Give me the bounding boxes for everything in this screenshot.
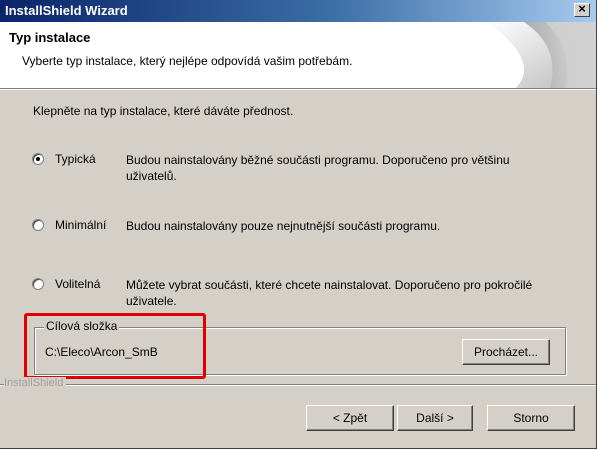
radio-typical[interactable] (32, 153, 44, 165)
option-description: Budou nainstalovány pouze nejnutnější so… (126, 218, 566, 234)
header-divider (0, 88, 596, 90)
wizard-banner-icon (486, 22, 596, 88)
window-title: InstallShield Wizard (5, 3, 128, 18)
radio-selected-dot (36, 157, 40, 161)
cancel-button[interactable]: Storno (487, 405, 575, 431)
option-label[interactable]: Typická (55, 152, 96, 166)
installshield-window: InstallShield Wizard × Typ instalace Vyb… (0, 0, 597, 449)
option-description: Budou nainstalovány běžné součásti progr… (126, 152, 566, 184)
option-custom[interactable]: Volitelná Můžete vybrat součásti, které … (32, 277, 572, 318)
option-description-line: Budou nainstalovány pouze nejnutnější so… (126, 219, 441, 233)
option-description-line: uživatele. (126, 294, 177, 308)
footer-divider (0, 384, 596, 386)
annotation-highlight-box (24, 313, 206, 379)
option-description-line: Můžete vybrat součásti, které chcete nai… (126, 278, 533, 292)
option-typical[interactable]: Typická Budou nainstalovány běžné součás… (32, 152, 572, 193)
close-icon: × (578, 1, 586, 16)
next-button[interactable]: Další > (397, 405, 473, 431)
radio-minimal[interactable] (32, 219, 44, 231)
option-description-line: uživatelů. (126, 169, 177, 183)
instruction-text: Klepněte na typ instalace, které dáváte … (33, 104, 294, 118)
option-label[interactable]: Minimální (55, 218, 106, 232)
option-description: Můžete vybrat součásti, které chcete nai… (126, 277, 566, 309)
radio-custom[interactable] (32, 278, 44, 290)
title-bar[interactable]: InstallShield Wizard × (0, 0, 596, 22)
option-minimal[interactable]: Minimální Budou nainstalovány pouze nejn… (32, 218, 572, 259)
close-button[interactable]: × (574, 1, 590, 17)
page-title: Typ instalace (9, 30, 91, 45)
page-subtitle: Vyberte typ instalace, který nejlépe odp… (22, 54, 353, 68)
installshield-brand: InstallShield (4, 377, 67, 389)
wizard-header: Typ instalace Vyberte typ instalace, kte… (0, 22, 596, 88)
back-button[interactable]: < Zpět (306, 405, 394, 431)
option-description-line: Budou nainstalovány běžné součásti progr… (126, 153, 510, 167)
option-label[interactable]: Volitelná (55, 277, 100, 291)
browse-button[interactable]: Procházet... (462, 339, 550, 365)
